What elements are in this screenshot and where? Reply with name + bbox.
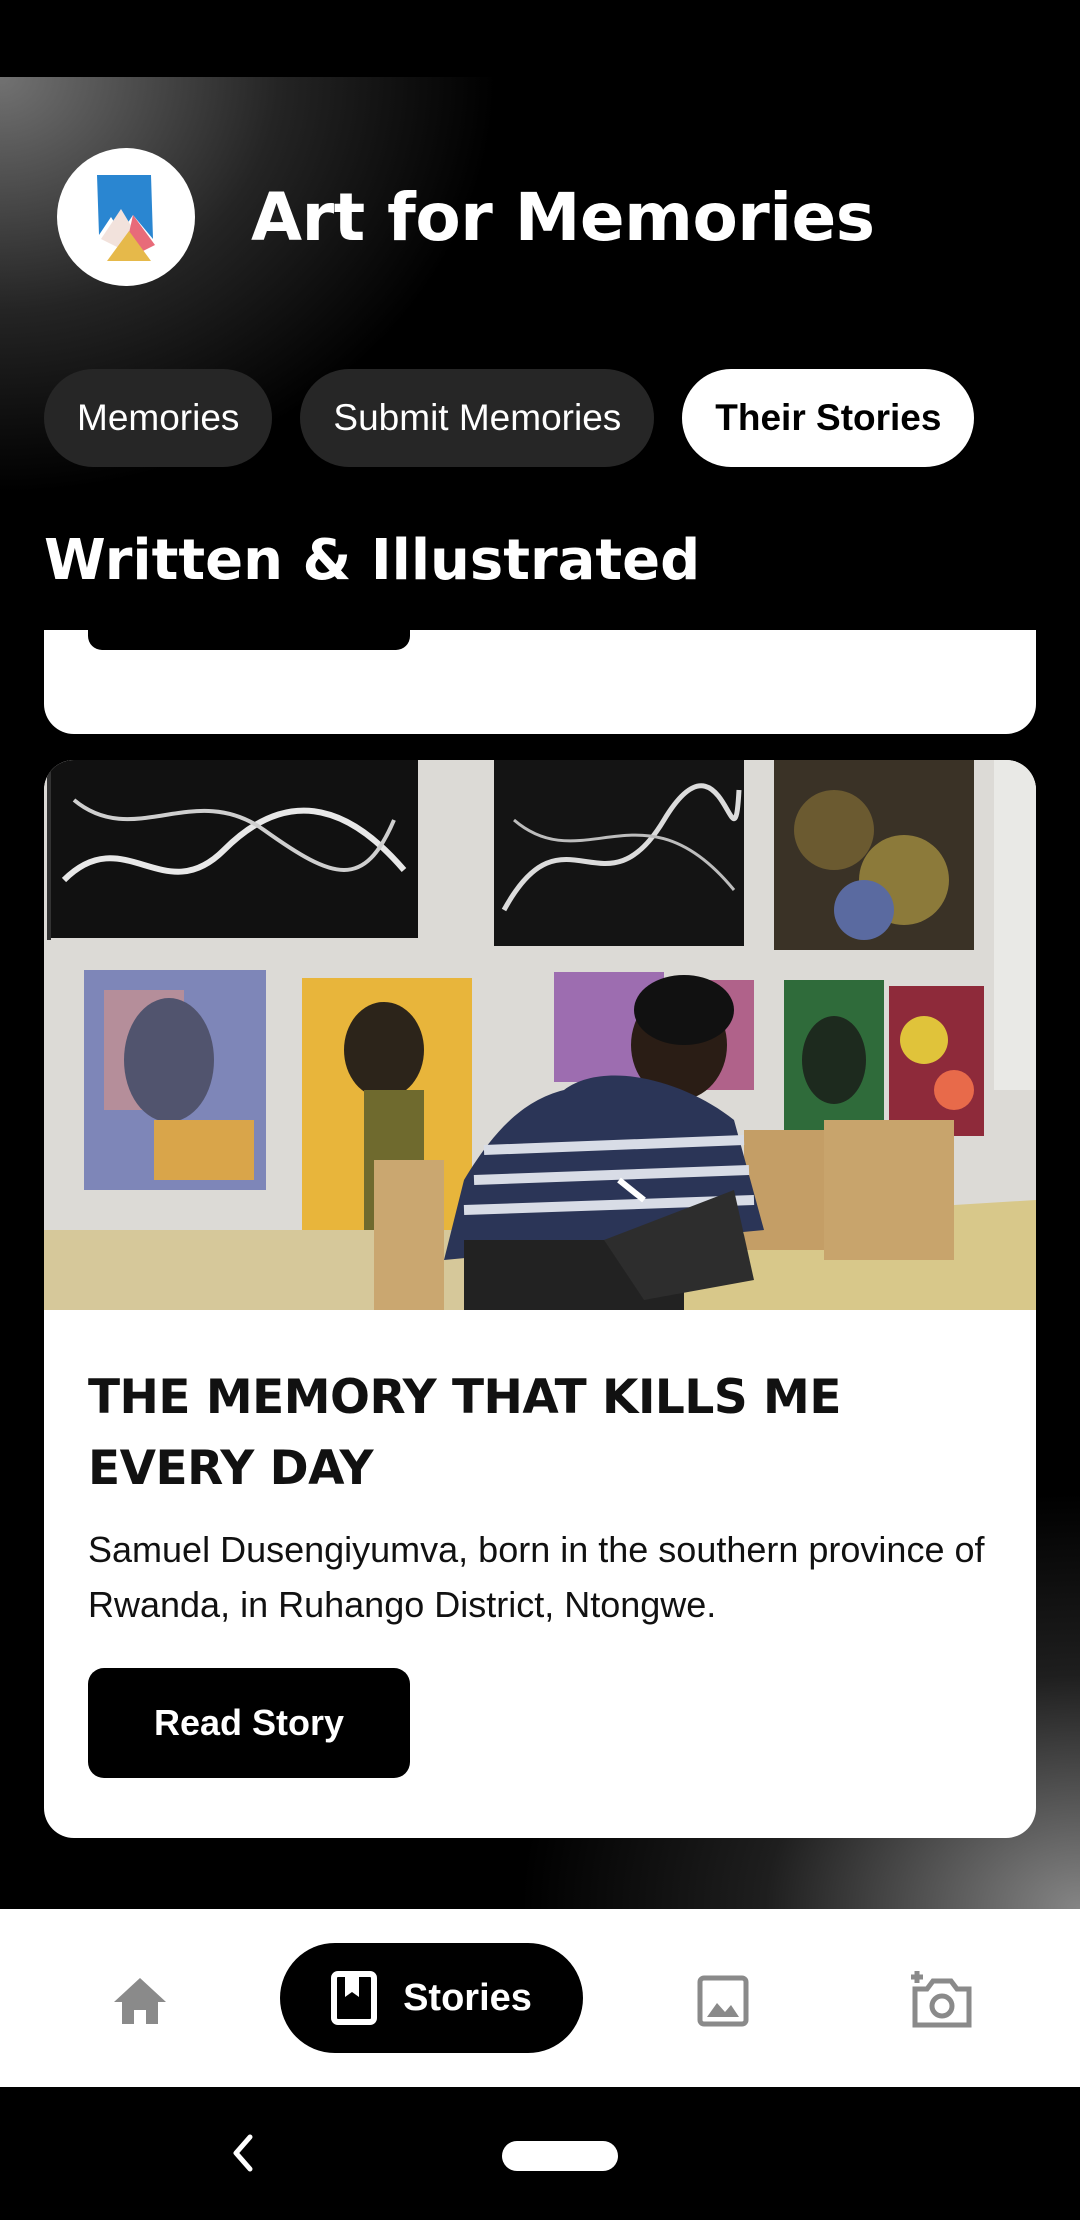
nav-stories-label: Stories bbox=[403, 1976, 532, 2019]
nav-stories[interactable]: Stories bbox=[280, 1943, 583, 2053]
tab-their-stories[interactable]: Their Stories bbox=[682, 369, 975, 467]
story-description: Samuel Dusengiyumva, born in the souther… bbox=[88, 1529, 985, 1625]
book-icon bbox=[331, 1971, 378, 2025]
status-bar bbox=[0, 0, 1080, 77]
app-title: Art for Memories bbox=[251, 178, 875, 256]
nav-add-photo[interactable] bbox=[900, 1963, 980, 2035]
image-icon bbox=[697, 1975, 749, 2027]
read-story-button-previous[interactable] bbox=[88, 630, 410, 650]
story-list[interactable]: THE MEMORY THAT KILLS ME EVERY DAY Samue… bbox=[0, 630, 1080, 1909]
read-story-button[interactable]: Read Story bbox=[88, 1668, 410, 1778]
section-title: Written & Illustrated bbox=[44, 528, 701, 593]
system-navigation-bar bbox=[0, 2087, 1080, 2220]
app-header: Art for Memories bbox=[57, 148, 875, 286]
nav-home[interactable] bbox=[100, 1969, 180, 2033]
app-logo bbox=[57, 148, 195, 286]
tab-submit-memories[interactable]: Submit Memories bbox=[300, 369, 655, 467]
home-gesture-pill[interactable] bbox=[502, 2141, 618, 2171]
tab-memories[interactable]: Memories bbox=[44, 369, 273, 467]
bottom-navigation: Stories bbox=[0, 1909, 1080, 2087]
logo-icon bbox=[97, 175, 155, 261]
story-title: THE MEMORY THAT KILLS ME EVERY DAY bbox=[88, 1370, 841, 1496]
tab-bar: Memories Submit Memories Their Stories bbox=[44, 369, 975, 467]
story-image bbox=[44, 760, 1036, 1310]
nav-gallery[interactable] bbox=[688, 1969, 758, 2033]
story-card-body: THE MEMORY THAT KILLS ME EVERY DAY Samue… bbox=[44, 1310, 1036, 1778]
back-icon[interactable] bbox=[222, 2123, 262, 2183]
add-photo-icon bbox=[911, 1971, 972, 2028]
home-icon bbox=[114, 1978, 166, 2024]
story-card: THE MEMORY THAT KILLS ME EVERY DAY Samue… bbox=[44, 760, 1036, 1838]
story-card-previous bbox=[44, 630, 1036, 734]
